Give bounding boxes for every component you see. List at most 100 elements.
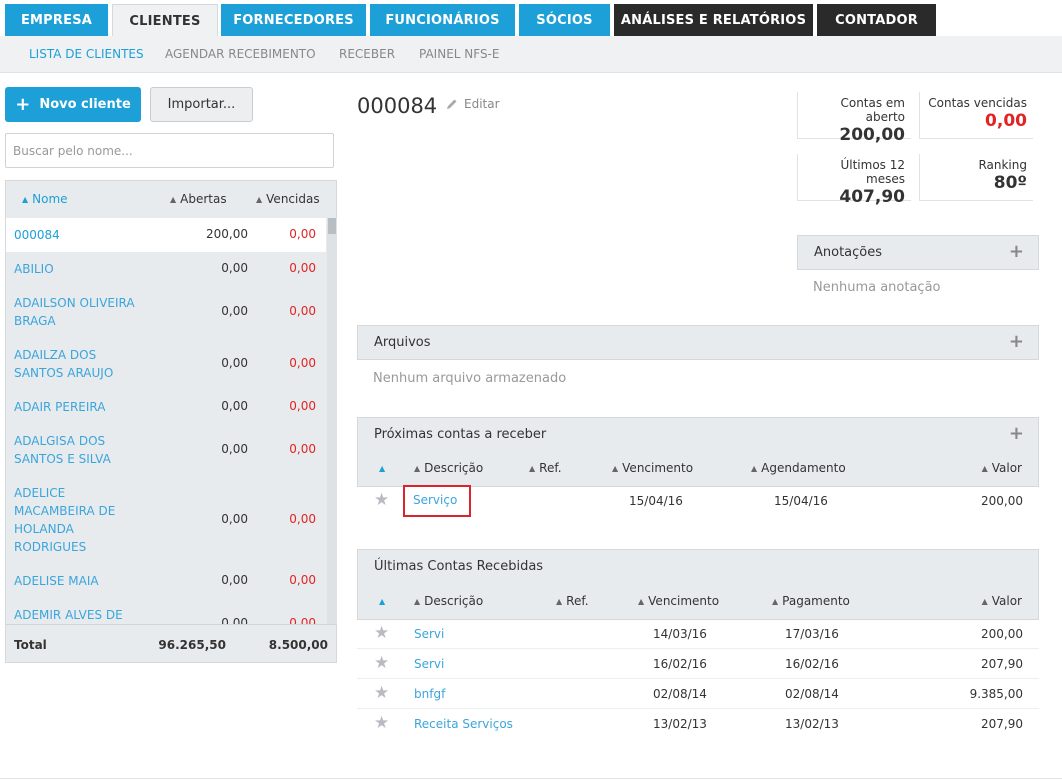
- subnav-agendar-recebimento[interactable]: AGENDAR RECEBIMENTO: [165, 47, 316, 61]
- sort-up-icon: ▲: [772, 597, 779, 606]
- client-name[interactable]: 000084: [14, 226, 149, 244]
- sort-paid-header[interactable]: ▲ Pagamento: [772, 594, 850, 608]
- total-label: Total: [14, 638, 47, 652]
- client-overdue: 0,00: [289, 512, 316, 526]
- star-icon[interactable]: ★: [374, 623, 389, 643]
- received-paid: 16/02/16: [785, 657, 839, 671]
- stat-ranking-value: 80º: [993, 173, 1027, 193]
- edit-label: Editar: [464, 97, 500, 111]
- sort-star-header[interactable]: ▲: [379, 461, 389, 475]
- sort-up-icon: ▲: [414, 597, 421, 606]
- total-open: 96.265,50: [158, 638, 226, 652]
- upcoming-desc-link[interactable]: Serviço: [403, 485, 471, 517]
- tab-funcionarios[interactable]: FUNCIONÁRIOS: [370, 4, 515, 36]
- client-name[interactable]: ADAIR PEREIRA: [14, 398, 149, 416]
- scrollbar-thumb[interactable]: [328, 218, 336, 234]
- received-row[interactable]: ★ Receita Serviços 13/02/13 13/02/13 207…: [357, 709, 1039, 739]
- received-row[interactable]: ★ bnfgf 02/08/14 02/08/14 9.385,00: [357, 679, 1039, 709]
- client-row[interactable]: ADAILZA DOS SANTOS ARAUJO 0,00 0,00: [6, 338, 326, 390]
- sub-navigation: LISTA DE CLIENTES AGENDAR RECEBIMENTO RE…: [0, 36, 1062, 73]
- client-open: 0,00: [221, 304, 248, 318]
- sort-due-header[interactable]: ▲ Vencimento: [612, 461, 693, 475]
- new-client-button[interactable]: + Novo cliente: [5, 87, 141, 122]
- received-paid: 02/08/14: [785, 687, 839, 701]
- star-icon[interactable]: ★: [374, 653, 389, 673]
- sort-star-header[interactable]: ▲: [379, 594, 389, 608]
- received-due: 13/02/13: [653, 717, 707, 731]
- sort-up-icon: ▲: [981, 464, 988, 473]
- client-name[interactable]: ABILIO: [14, 260, 149, 278]
- client-name[interactable]: ADEMIR ALVES DE: [14, 606, 149, 624]
- star-icon[interactable]: ★: [374, 683, 389, 703]
- client-row[interactable]: ABILIO 0,00 0,00: [6, 252, 326, 286]
- sort-value-header[interactable]: ▲ Valor: [982, 594, 1022, 608]
- add-file-icon[interactable]: +: [1009, 331, 1024, 352]
- client-row[interactable]: ADELICE MACAMBEIRA DE HOLANDA RODRIGUES …: [6, 476, 326, 564]
- client-row[interactable]: ADAILSON OLIVEIRA BRAGA 0,00 0,00: [6, 286, 326, 338]
- tab-fornecedores[interactable]: FORNECEDORES: [221, 4, 366, 36]
- client-row[interactable]: ADALGISA DOS SANTOS E SILVA 0,00 0,00: [6, 424, 326, 476]
- client-row[interactable]: ADELISE MAIA 0,00 0,00: [6, 564, 326, 598]
- subnav-lista-clientes[interactable]: LISTA DE CLIENTES: [29, 47, 144, 61]
- received-value: 207,90: [981, 657, 1023, 671]
- subnav-receber[interactable]: RECEBER: [339, 47, 395, 61]
- tab-socios[interactable]: SÓCIOS: [519, 4, 610, 36]
- import-button[interactable]: Importar...: [150, 87, 253, 122]
- received-row[interactable]: ★ Servi 16/02/16 16/02/16 207,90: [357, 649, 1039, 679]
- client-row[interactable]: ADAIR PEREIRA 0,00 0,00: [6, 390, 326, 424]
- client-code-title: 000084: [357, 94, 438, 118]
- sort-up-icon: ▲: [414, 464, 421, 473]
- tab-empresa[interactable]: EMPRESA: [5, 4, 108, 36]
- client-open: 0,00: [221, 356, 248, 370]
- tab-clientes[interactable]: CLIENTES: [112, 4, 218, 37]
- files-panel-header: Arquivos +: [357, 325, 1039, 360]
- client-row[interactable]: 000084 200,00 0,00: [6, 218, 326, 252]
- client-overdue: 0,00: [289, 227, 316, 241]
- star-icon[interactable]: ★: [374, 490, 389, 510]
- client-row[interactable]: ADEMIR ALVES DE 0,00 0,00: [6, 598, 326, 624]
- upcoming-due: 15/04/16: [629, 494, 683, 508]
- received-desc-link[interactable]: Servi: [414, 627, 444, 641]
- sort-desc-header[interactable]: ▲ Descrição: [414, 461, 483, 475]
- sort-overdue-header[interactable]: ▲ Vencidas: [256, 192, 320, 206]
- sort-sched-header[interactable]: ▲ Agendamento: [751, 461, 846, 475]
- received-row[interactable]: ★ Servi 14/03/16 17/03/16 200,00: [357, 619, 1039, 649]
- client-name[interactable]: ADELISE MAIA: [14, 572, 149, 590]
- received-table-header: ▲ ▲ Descrição ▲ Ref. ▲ Vencimento ▲ Pagament…: [358, 594, 1038, 612]
- sort-ref-header[interactable]: ▲ Ref.: [556, 594, 589, 608]
- tab-contador[interactable]: CONTADOR: [817, 4, 936, 36]
- received-paid: 17/03/16: [785, 627, 839, 641]
- pencil-icon: [447, 99, 457, 109]
- tab-analises-relatorios[interactable]: ANÁLISES E RELATÓRIOS: [614, 4, 813, 36]
- sort-ref-header[interactable]: ▲ Ref.: [529, 461, 562, 475]
- upcoming-sched: 15/04/16: [774, 494, 828, 508]
- client-name[interactable]: ADAILSON OLIVEIRA BRAGA: [14, 294, 149, 330]
- sort-open-header[interactable]: ▲ Abertas: [170, 192, 227, 206]
- received-value: 9.385,00: [969, 687, 1023, 701]
- client-overdue: 0,00: [289, 304, 316, 318]
- add-upcoming-icon[interactable]: +: [1009, 423, 1024, 444]
- stat-last12: Últimos 12 meses 407,90: [797, 154, 911, 207]
- client-list-scrollbar[interactable]: [327, 218, 337, 624]
- sort-due-header[interactable]: ▲ Vencimento: [638, 594, 719, 608]
- add-note-icon[interactable]: +: [1009, 241, 1024, 262]
- sort-value-header[interactable]: ▲ Valor: [982, 461, 1022, 475]
- client-open: 0,00: [221, 573, 248, 587]
- edit-button[interactable]: Editar: [446, 97, 500, 111]
- client-name[interactable]: ADAILZA DOS SANTOS ARAUJO: [14, 346, 149, 382]
- received-desc-link[interactable]: bnfgf: [414, 687, 445, 701]
- star-icon[interactable]: ★: [374, 713, 389, 733]
- subnav-painel-nfse[interactable]: PAINEL NFS-E: [419, 47, 499, 61]
- received-desc-link[interactable]: Servi: [414, 657, 444, 671]
- client-open: 200,00: [206, 227, 248, 241]
- client-list-header: ▲ Nome ▲ Abertas ▲ Vencidas: [6, 181, 326, 218]
- client-overdue: 0,00: [289, 442, 316, 456]
- client-name[interactable]: ADELICE MACAMBEIRA DE HOLANDA RODRIGUES: [14, 484, 124, 556]
- received-desc-link[interactable]: Receita Serviços: [414, 717, 513, 731]
- client-overdue: 0,00: [289, 573, 316, 587]
- search-input[interactable]: [5, 133, 334, 168]
- sort-name-header[interactable]: ▲ Nome: [22, 192, 68, 206]
- sort-desc-header[interactable]: ▲ Descrição: [414, 594, 483, 608]
- upcoming-row[interactable]: ★ Serviço 15/04/16 15/04/16 200,00: [357, 485, 1039, 517]
- client-name[interactable]: ADALGISA DOS SANTOS E SILVA: [14, 432, 149, 468]
